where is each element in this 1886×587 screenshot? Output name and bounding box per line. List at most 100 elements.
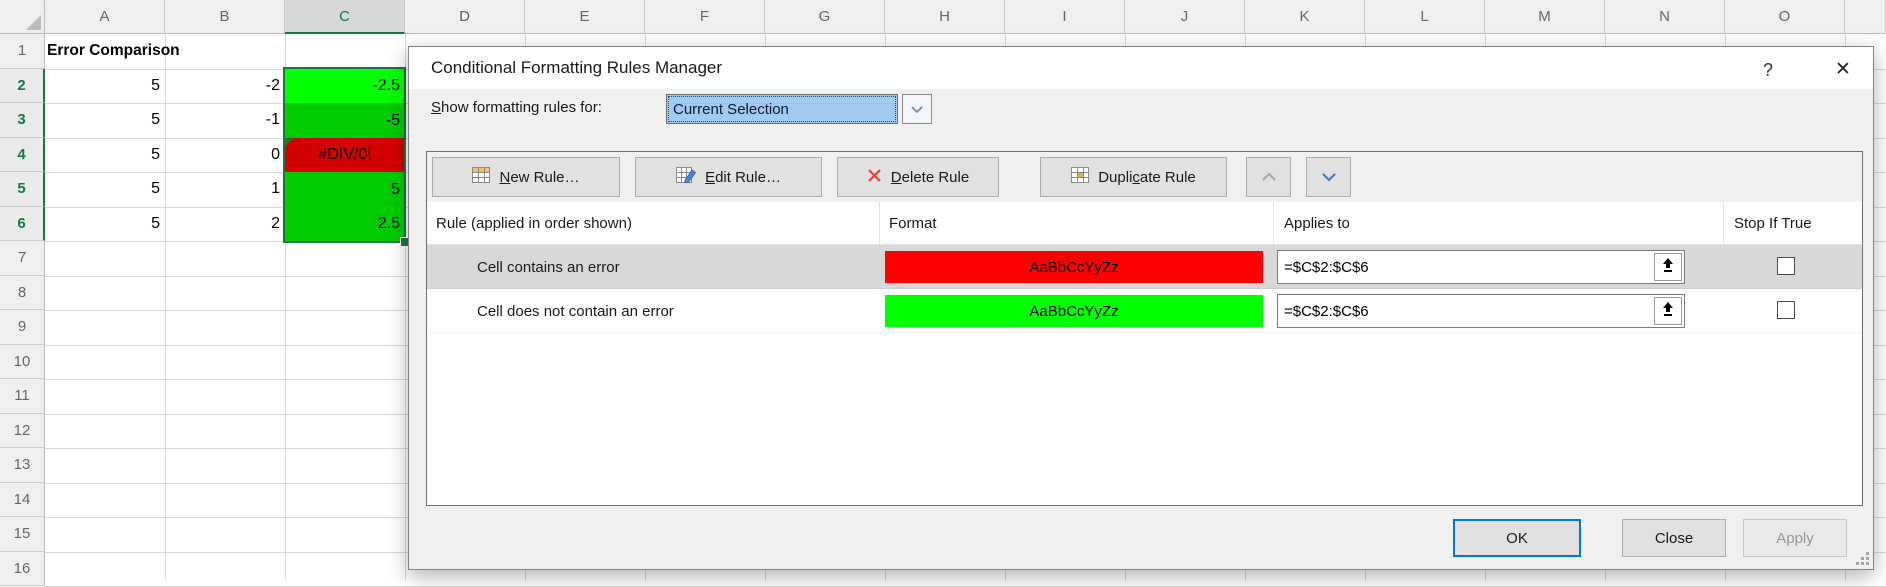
column-header-B[interactable]: B	[165, 0, 285, 34]
cell-B6[interactable]: 2	[165, 207, 285, 242]
row-header-3[interactable]: 3	[0, 103, 45, 138]
cell-A2[interactable]: 5	[45, 69, 165, 104]
header-format: Format	[889, 202, 937, 244]
dialog-title: Conditional Formatting Rules Manager	[431, 58, 722, 78]
format-preview-text: AaBbCcYyZz	[1029, 259, 1118, 276]
row-header-1[interactable]: 1	[0, 34, 45, 69]
row-header-12[interactable]: 12	[0, 414, 45, 449]
column-header-G[interactable]: G	[765, 0, 885, 34]
column-header-O[interactable]: O	[1725, 0, 1845, 34]
cell-B5[interactable]: 1	[165, 172, 285, 207]
chevron-up-icon	[1261, 169, 1277, 186]
header-rule: Rule (applied in order shown)	[436, 202, 632, 244]
format-preview: AaBbCcYyZz	[885, 251, 1263, 283]
row-header-13[interactable]: 13	[0, 448, 45, 483]
selection-outline	[283, 67, 406, 244]
dialog-titlebar[interactable]: Conditional Formatting Rules Manager	[409, 47, 1873, 89]
row-header-5[interactable]: 5	[0, 172, 45, 207]
close-icon[interactable]: ✕	[1827, 55, 1859, 83]
duplicate-rule-label: Duplicate Rule	[1098, 169, 1196, 186]
stop-if-true-checkbox[interactable]	[1777, 301, 1795, 319]
rule-name: Cell does not contain an error	[477, 289, 674, 333]
column-header-partial[interactable]	[1845, 0, 1886, 34]
row-header-2[interactable]: 2	[0, 69, 45, 104]
red-x-icon	[867, 168, 882, 187]
column-header-N[interactable]: N	[1605, 0, 1725, 34]
show-rules-label-rest: how formatting rules for:	[441, 99, 602, 116]
cell-B2[interactable]: -2	[165, 69, 285, 104]
chevron-down-icon	[911, 101, 923, 118]
cell-A3[interactable]: 5	[45, 103, 165, 138]
column-header-F[interactable]: F	[645, 0, 765, 34]
row-header-11[interactable]: 11	[0, 379, 45, 414]
header-applies-to: Applies to	[1284, 202, 1350, 244]
help-icon[interactable]: ?	[1755, 57, 1781, 83]
header-separator	[1273, 202, 1274, 244]
cell-A5[interactable]: 5	[45, 172, 165, 207]
new-rule-label: New Rule…	[499, 169, 579, 186]
rules-list-container: New Rule… Edit Rule… Delete Rule Duplica…	[426, 151, 1863, 506]
column-header-D[interactable]: D	[405, 0, 525, 34]
row-header-15[interactable]: 15	[0, 517, 45, 552]
collapse-arrow-icon	[1662, 258, 1674, 277]
row-header-4[interactable]: 4	[0, 138, 45, 173]
row-header-14[interactable]: 14	[0, 483, 45, 518]
row-header-6[interactable]: 6	[0, 207, 45, 242]
rules-list-header: Rule (applied in order shown) Format App…	[427, 202, 1862, 245]
header-separator	[879, 202, 880, 244]
collapse-dialog-button[interactable]	[1654, 253, 1682, 281]
applies-to-field	[1277, 294, 1685, 328]
table-icon	[1071, 167, 1089, 187]
column-header-M[interactable]: M	[1485, 0, 1605, 34]
header-separator	[1723, 202, 1724, 244]
row-header-8[interactable]: 8	[0, 276, 45, 311]
close-button[interactable]: Close	[1622, 519, 1726, 557]
show-rules-label-mnemonic: S	[431, 99, 441, 116]
new-rule-button[interactable]: New Rule…	[432, 157, 620, 197]
rules-toolbar: New Rule… Edit Rule… Delete Rule Duplica…	[427, 152, 1862, 202]
column-header-E[interactable]: E	[525, 0, 645, 34]
row-header-10[interactable]: 10	[0, 345, 45, 380]
applies-to-input[interactable]	[1278, 295, 1652, 327]
ok-button[interactable]: OK	[1453, 519, 1581, 557]
rule-row-cell-contains-error[interactable]: Cell contains an error AaBbCcYyZz	[427, 245, 1862, 289]
column-header-K[interactable]: K	[1245, 0, 1365, 34]
edit-rule-button[interactable]: Edit Rule…	[635, 157, 822, 197]
column-header-H[interactable]: H	[885, 0, 1005, 34]
column-header-J[interactable]: J	[1125, 0, 1245, 34]
select-all-button[interactable]	[0, 0, 45, 34]
delete-rule-label: Delete Rule	[891, 169, 969, 186]
column-header-C[interactable]: C	[285, 0, 405, 34]
dropdown-arrow-button[interactable]	[902, 94, 932, 124]
rule-row-cell-not-contains-error[interactable]: Cell does not contain an error AaBbCcYyZ…	[427, 289, 1862, 333]
delete-rule-button[interactable]: Delete Rule	[837, 157, 999, 197]
collapse-dialog-button[interactable]	[1654, 297, 1682, 325]
cell-B3[interactable]: -1	[165, 103, 285, 138]
show-rules-dropdown-value: Current Selection	[673, 101, 789, 118]
applies-to-field	[1277, 250, 1685, 284]
apply-button[interactable]: Apply	[1743, 519, 1847, 557]
cell-A4[interactable]: 5	[45, 138, 165, 173]
row-header-9[interactable]: 9	[0, 310, 45, 345]
show-rules-dropdown[interactable]: Current Selection	[666, 94, 898, 124]
show-rules-label: Show formatting rules for:	[431, 99, 602, 116]
format-preview-text: AaBbCcYyZz	[1029, 303, 1118, 320]
column-header-L[interactable]: L	[1365, 0, 1485, 34]
conditional-formatting-rules-manager-dialog: Conditional Formatting Rules Manager ? ✕…	[408, 46, 1874, 570]
column-header-I[interactable]: I	[1005, 0, 1125, 34]
header-stop-if-true: Stop If True	[1734, 202, 1812, 244]
collapse-arrow-icon	[1662, 302, 1674, 321]
cell-B4[interactable]: 0	[165, 138, 285, 173]
move-rule-down-button[interactable]	[1306, 157, 1351, 197]
cell-A1[interactable]: Error Comparison	[47, 34, 285, 69]
duplicate-rule-button[interactable]: Duplicate Rule	[1040, 157, 1227, 197]
row-header-7[interactable]: 7	[0, 241, 45, 276]
applies-to-input[interactable]	[1278, 251, 1652, 283]
resize-grip[interactable]	[1855, 551, 1869, 565]
rule-name: Cell contains an error	[477, 245, 620, 289]
stop-if-true-checkbox[interactable]	[1777, 257, 1795, 275]
select-all-triangle-icon	[26, 15, 41, 30]
column-header-A[interactable]: A	[45, 0, 165, 34]
move-rule-up-button[interactable]	[1246, 157, 1291, 197]
cell-A6[interactable]: 5	[45, 207, 165, 242]
